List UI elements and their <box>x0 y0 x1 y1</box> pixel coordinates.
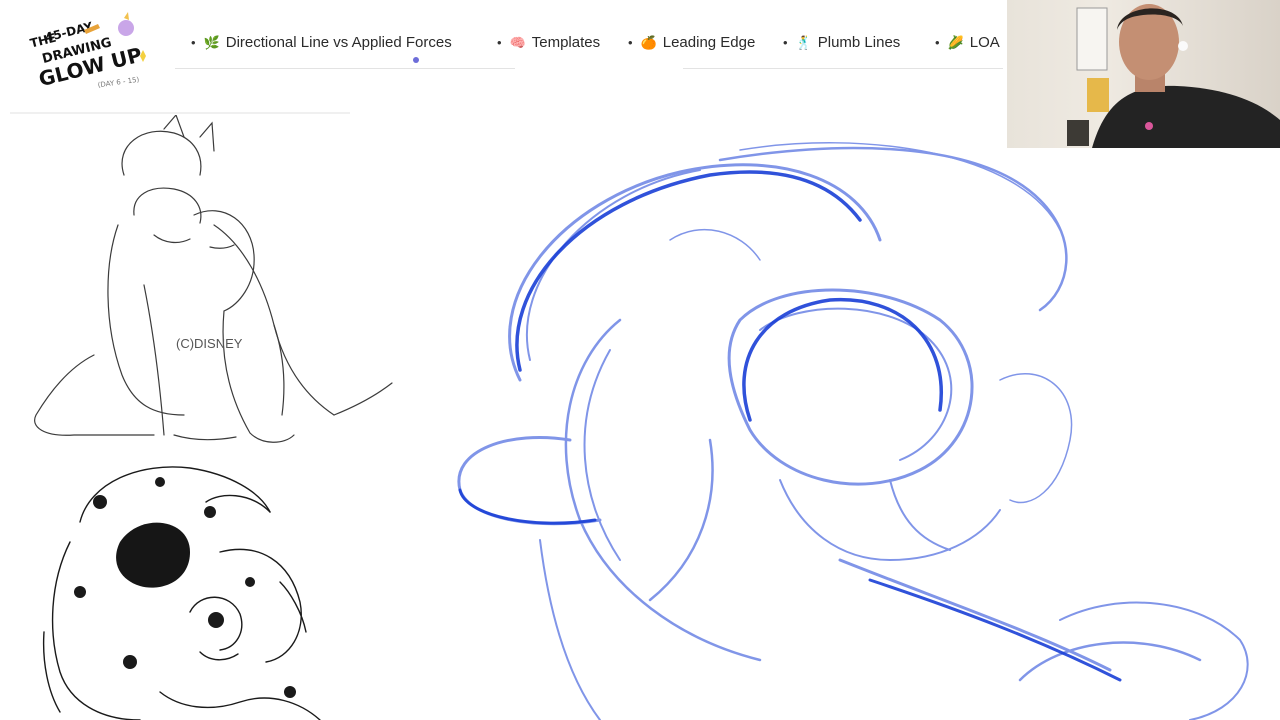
drawing-canvas[interactable] <box>420 120 1280 720</box>
unicorn-icon <box>118 20 134 36</box>
nav-item-directional-line[interactable]: • 🌿 Directional Line vs Applied Forces <box>191 34 452 51</box>
brain-icon: 🧠 <box>509 34 526 50</box>
logo-subtitle: (DAY 6 - 15) <box>97 76 140 90</box>
section-nav: • 🌿 Directional Line vs Applied Forces •… <box>175 22 1005 70</box>
nav-item-templates[interactable]: • 🧠 Templates <box>497 34 600 51</box>
cursor-dot <box>413 57 419 63</box>
copyright-watermark: (C)DISNEY <box>176 336 243 351</box>
nav-label: Directional Line vs Applied Forces <box>225 34 452 51</box>
earbud <box>1178 41 1188 51</box>
nav-label: Plumb Lines <box>817 34 901 51</box>
reference-sketch-puppy <box>42 466 321 720</box>
corn-icon: 🌽 <box>947 34 964 50</box>
nav-bullet: • <box>935 35 940 50</box>
puppy-spots <box>74 477 296 698</box>
wall-frame <box>1076 7 1108 71</box>
wall-poster <box>1087 78 1109 112</box>
nav-bullet: • <box>191 35 196 50</box>
nav-divider <box>683 68 1003 69</box>
nav-bullet: • <box>497 35 502 50</box>
nav-label: Templates <box>531 34 601 51</box>
nav-label: LOA <box>969 34 1000 51</box>
nav-bullet: • <box>628 35 633 50</box>
reference-sketch-dogs: (C)DISNEY <box>34 115 393 443</box>
nav-item-leading-edge[interactable]: • 🍊 Leading Edge <box>628 34 755 51</box>
leaf-icon: 🌿 <box>203 34 220 50</box>
orange-icon: 🍊 <box>640 34 657 50</box>
nav-label: Leading Edge <box>662 34 756 51</box>
nav-item-loa[interactable]: • 🌽 LOA <box>935 34 1000 51</box>
dancer-icon: 🕺 <box>795 34 812 50</box>
nav-item-plumb-lines[interactable]: • 🕺 Plumb Lines <box>783 34 900 51</box>
nav-divider <box>175 68 515 69</box>
nav-bullet: • <box>783 35 788 50</box>
puppy-ear-patch <box>116 522 190 588</box>
header-divider <box>10 112 350 114</box>
course-logo: THE 45-DAY DRAWING GLOW UP (DAY 6 - 15) <box>28 12 158 94</box>
